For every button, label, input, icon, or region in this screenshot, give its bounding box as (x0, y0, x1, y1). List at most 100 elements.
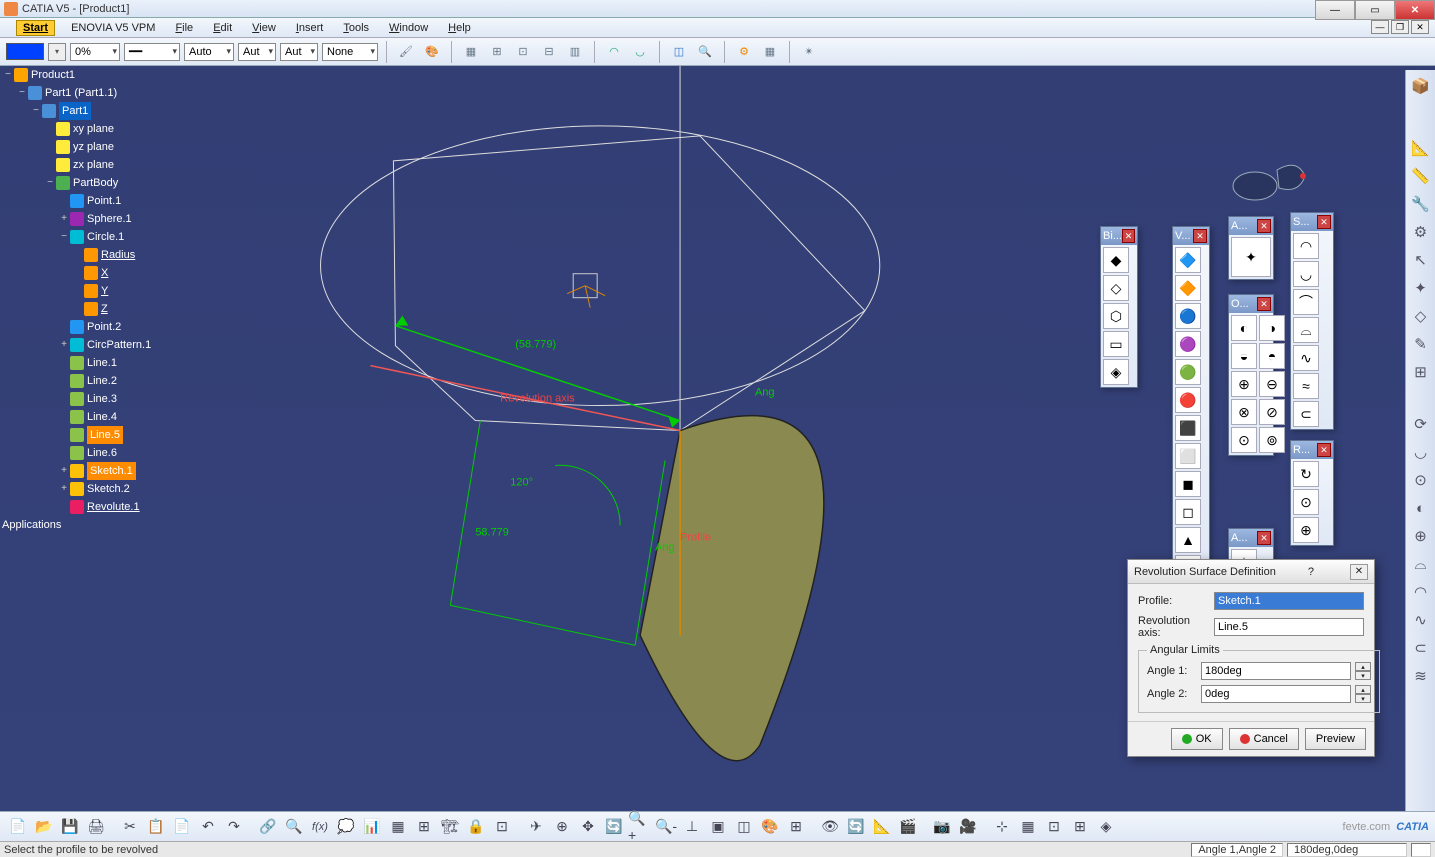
menu-enovia[interactable]: ENOVIA V5 VPM (61, 20, 165, 36)
tool-icon[interactable]: 🎥 (956, 815, 980, 839)
tool-icon[interactable]: ◠ (1409, 580, 1433, 604)
tool-icon[interactable]: ⊚ (1259, 427, 1285, 453)
palette-v[interactable]: V...✕ 🔷🔶 🔵🟣 🟢🔴 ⬛⬜ ◼◻ ▲▼ (1172, 226, 1210, 584)
tool-icon[interactable]: ◇ (1409, 304, 1433, 328)
close-icon[interactable]: ✕ (1193, 229, 1207, 243)
angle1-spinner[interactable]: ▴▾ (1355, 662, 1371, 680)
box-icon[interactable]: ◫ (668, 41, 690, 63)
axis-icon[interactable]: ⊹ (990, 815, 1014, 839)
dialog-header[interactable]: Revolution Surface Definition ? ✕ (1128, 560, 1374, 584)
new-icon[interactable]: 📄 (6, 815, 30, 839)
cancel-button[interactable]: Cancel (1229, 728, 1299, 750)
tree-xy-plane[interactable]: xy plane (73, 120, 114, 138)
tree-part[interactable]: Part1 (59, 102, 91, 120)
angle2-spinner[interactable]: ▴▾ (1355, 685, 1371, 703)
tool-icon[interactable]: ◐ (1231, 315, 1257, 341)
menu-tools[interactable]: Tools (333, 20, 379, 36)
auto1-dropdown[interactable]: Auto (184, 43, 234, 61)
palette-icon[interactable]: 🎨 (421, 41, 443, 63)
tool-icon[interactable]: ⊞ (412, 815, 436, 839)
tree-radius[interactable]: Radius (101, 246, 135, 264)
menu-insert[interactable]: Insert (286, 20, 334, 36)
view-icon[interactable]: ▣ (706, 815, 730, 839)
menu-file[interactable]: File (165, 20, 203, 36)
normal-icon[interactable]: ⊥ (680, 815, 704, 839)
tree-applications[interactable]: Applications (2, 516, 61, 534)
tool-icon[interactable]: 📐 (1409, 136, 1433, 160)
tree-line1[interactable]: Line.1 (87, 354, 117, 372)
tool-icon[interactable]: ⊖ (1259, 371, 1285, 397)
axis-input[interactable] (1214, 618, 1364, 636)
tool-icon[interactable]: ≈ (1293, 373, 1319, 399)
open-icon[interactable]: 📂 (32, 815, 56, 839)
tool-icon[interactable]: ✦ (1231, 237, 1271, 277)
tree-x[interactable]: X (101, 264, 108, 282)
tree-point1[interactable]: Point.1 (87, 192, 121, 210)
help-icon[interactable]: ? (1308, 566, 1314, 578)
close-icon[interactable]: ✕ (1317, 215, 1331, 229)
rotate-icon[interactable]: 🔄 (602, 815, 626, 839)
tool-icon[interactable]: ◈ (1103, 359, 1129, 385)
tool-icon[interactable]: ✎ (1409, 332, 1433, 356)
menu-edit[interactable]: Edit (203, 20, 242, 36)
palette-s[interactable]: S...✕ ◠◡ ⌒⌓ ∿≈ ⊂ (1290, 212, 1334, 430)
fit-icon[interactable]: ⊕ (550, 815, 574, 839)
tool-icon[interactable]: ⊂ (1409, 636, 1433, 660)
tree-product[interactable]: Product1 (31, 66, 75, 84)
palette-bi[interactable]: Bi...✕ ◆ ◇ ⬡ ▭ ◈ (1100, 226, 1138, 388)
tool-icon[interactable]: 📏 (1409, 164, 1433, 188)
angle2-input[interactable] (1201, 685, 1351, 703)
tool-icon[interactable]: ◐ (1409, 496, 1433, 520)
iso-icon[interactable]: ◫ (732, 815, 756, 839)
tool-icon[interactable]: ✦ (1409, 276, 1433, 300)
menu-help[interactable]: Help (438, 20, 481, 36)
opacity-dropdown[interactable]: 0% (70, 43, 120, 61)
tool-icon[interactable]: ⊕ (1293, 517, 1319, 543)
tool-icon[interactable]: ⊞ (1068, 815, 1092, 839)
tool-icon[interactable]: ◑ (1259, 315, 1285, 341)
redo-icon[interactable]: ↷ (222, 815, 246, 839)
tree-zx-plane[interactable]: zx plane (73, 156, 114, 174)
tool-icon[interactable]: ⊕ (1409, 524, 1433, 548)
tool-icon[interactable]: ↻ (1293, 461, 1319, 487)
tool-icon[interactable]: ◠ (1293, 233, 1319, 259)
tool-icon[interactable]: ▲ (1175, 527, 1201, 553)
spec-tree[interactable]: −Product1 −Part1 (Part1.1) −Part1 xy pla… (2, 66, 151, 534)
linetype-dropdown[interactable]: ━━ (124, 43, 180, 61)
start-menu[interactable]: Start (16, 20, 55, 36)
palette-r[interactable]: R...✕ ↻⊙ ⊕ (1290, 440, 1334, 546)
tool-icon[interactable]: ∿ (1293, 345, 1319, 371)
tool-icon[interactable]: 🔒 (464, 815, 488, 839)
tree-y[interactable]: Y (101, 282, 108, 300)
close-icon[interactable]: ✕ (1257, 297, 1271, 311)
tool-icon[interactable]: ⬡ (1103, 303, 1129, 329)
mdi-restore[interactable]: ❐ (1391, 20, 1409, 34)
cut-icon[interactable]: ✂ (118, 815, 142, 839)
undo-arc-icon[interactable]: ◠ (603, 41, 625, 63)
tree-line4[interactable]: Line.4 (87, 408, 117, 426)
mdi-close[interactable]: ✕ (1411, 20, 1429, 34)
copy-icon[interactable]: 📋 (144, 815, 168, 839)
menu-view[interactable]: View (242, 20, 286, 36)
tree-sketch2[interactable]: Sketch.2 (87, 480, 130, 498)
tool-icon[interactable]: ⊡ (1042, 815, 1066, 839)
tool-icon[interactable]: ◡ (1409, 440, 1433, 464)
pattern-icon[interactable]: ⊡ (512, 41, 534, 63)
tool-icon[interactable]: 📐 (870, 815, 894, 839)
tool-icon[interactable]: 🏗 (438, 815, 462, 839)
assembly-icon[interactable]: ⚙ (733, 41, 755, 63)
tool-icon[interactable]: ◒ (1231, 343, 1257, 369)
close-icon[interactable]: ✕ (1122, 229, 1135, 243)
tree-part-instance[interactable]: Part1 (Part1.1) (45, 84, 117, 102)
tool-icon[interactable]: ⊘ (1259, 399, 1285, 425)
tree-line3[interactable]: Line.3 (87, 390, 117, 408)
tool-icon[interactable]: ⊡ (490, 815, 514, 839)
compass[interactable] (1225, 146, 1315, 216)
zoom-in-icon[interactable]: 🔍+ (628, 815, 652, 839)
auto3-dropdown[interactable]: Aut (280, 43, 318, 61)
mirror-icon[interactable]: ⊟ (538, 41, 560, 63)
mdi-minimize[interactable]: — (1371, 20, 1389, 34)
tool-icon[interactable]: ⟳ (1409, 412, 1433, 436)
brush-icon[interactable]: 🖌 (395, 41, 417, 63)
wire-icon[interactable]: ⊞ (784, 815, 808, 839)
